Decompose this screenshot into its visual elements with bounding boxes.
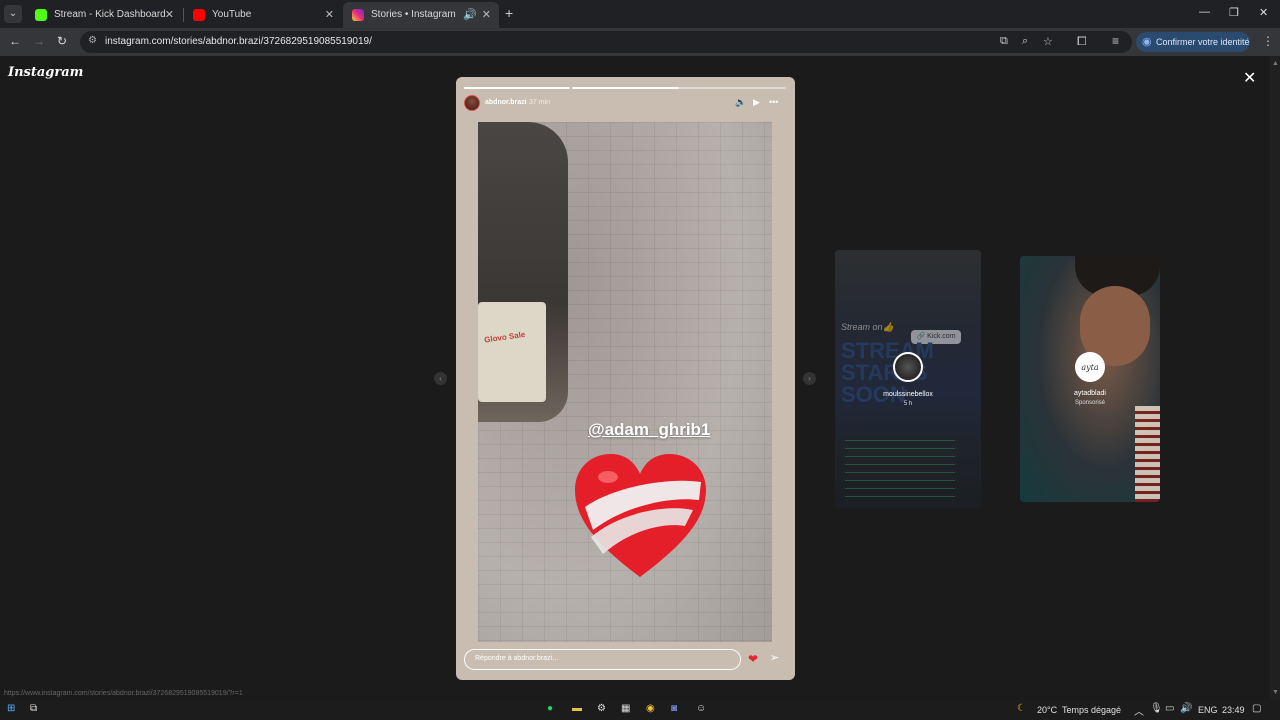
zoom-icon[interactable]: ⌕ — [1022, 35, 1028, 48]
windows-taskbar: ⊞ ⧉ ● ▬ ⚙ ▦ ◉ ◙ ☺ ☾ 20°C Temps dégagé ︿ … — [0, 700, 1280, 720]
story-avatar[interactable] — [464, 95, 480, 111]
preview-username[interactable]: moulssinebellox — [848, 391, 968, 398]
weather-condition[interactable]: Temps dégagé — [1062, 705, 1121, 715]
play-icon[interactable]: ▶ — [753, 97, 760, 108]
page-scrollbar[interactable]: ▲ ▼ — [1270, 56, 1280, 700]
bookmark-star-icon[interactable]: ☆ — [1043, 35, 1053, 48]
volume-icon[interactable]: 🔊 — [1180, 703, 1192, 714]
prev-story-arrow-icon[interactable]: ‹ — [434, 372, 447, 385]
show-hidden-icons-icon[interactable]: ︿ — [1134, 703, 1144, 718]
preview-time: 5 h — [903, 401, 913, 407]
clock[interactable]: 23:49 — [1222, 705, 1245, 715]
story-photo: Glovo Sale @adam_ghrib1 — [478, 122, 772, 642]
weather-temp[interactable]: 20°C — [1037, 705, 1057, 715]
story-username[interactable]: abdnor.brazi — [485, 99, 527, 106]
back-button[interactable]: ← — [9, 34, 21, 48]
scroll-down-icon[interactable]: ▼ — [1272, 689, 1279, 696]
forward-button[interactable]: → — [33, 34, 45, 48]
tab-search-button[interactable]: ⌄ — [4, 5, 22, 23]
calculator-icon[interactable]: ▦ — [621, 703, 630, 714]
preview-username[interactable]: aytadbladi — [1030, 390, 1150, 397]
progress-fill — [464, 87, 570, 89]
preview-avatar[interactable] — [893, 352, 923, 382]
close-tab-icon[interactable]: ✕ — [325, 8, 334, 21]
story-viewer-page: Instagram ✕ ‹ › abdnor.brazi 37 min 🔈 ▶ … — [0, 56, 1270, 700]
mute-icon[interactable]: 🔈 — [735, 97, 746, 108]
weather-moon-icon: ☾ — [1017, 703, 1026, 714]
minimize-button[interactable]: — — [1199, 6, 1210, 18]
reply-input[interactable]: Répondre à abdnor.brazi… — [464, 649, 741, 670]
close-window-button[interactable]: ✕ — [1259, 6, 1268, 19]
new-tab-button[interactable]: + — [505, 5, 513, 21]
progress-fill — [572, 87, 679, 89]
status-bar-url: https://www.instagram.com/stories/abdnor… — [4, 690, 243, 697]
send-icon[interactable]: ➢ — [770, 651, 779, 664]
tab-title: YouTube — [212, 9, 252, 20]
youtube-icon — [193, 9, 205, 21]
close-tab-icon[interactable]: ✕ — [165, 8, 174, 21]
confirm-identity-label: Confirmer votre identité — [1156, 37, 1250, 47]
file-explorer-icon[interactable]: ▬ — [572, 703, 582, 714]
tab-title: Stories • Instagram — [371, 9, 456, 20]
confirm-identity-button[interactable]: ◉ Confirmer votre identité — [1136, 32, 1250, 52]
preview-stream-text: Stream on👍 — [841, 322, 894, 332]
address-bar[interactable]: ⚙ instagram.com/stories/abdnor.brazi/372… — [80, 31, 1132, 53]
settings-icon[interactable]: ⚙ — [597, 703, 606, 714]
tab-youtube[interactable]: YouTube ✕ — [184, 2, 342, 28]
story-timestamp: 37 min — [529, 99, 551, 106]
reading-list-icon[interactable]: ≡ — [1112, 34, 1119, 48]
tab-strip: ⌄ Stream - Kick Dashboard ✕ YouTube ✕ St… — [0, 0, 1280, 28]
chrome-icon[interactable]: ◉ — [646, 703, 655, 714]
sponsored-label: Sponsorisé — [1074, 400, 1106, 406]
more-options-icon[interactable]: ••• — [769, 97, 778, 107]
close-tab-icon[interactable]: ✕ — [482, 8, 491, 21]
mention-sticker[interactable]: @adam_ghrib1 — [588, 420, 710, 440]
language-indicator[interactable]: ENG — [1198, 705, 1218, 715]
delivery-box: Glovo Sale — [478, 302, 546, 402]
kick-icon — [35, 9, 47, 21]
restore-button[interactable]: ❐ — [1229, 6, 1239, 19]
extensions-icon[interactable]: ⧠ — [1077, 34, 1087, 49]
profile-icon: ◉ — [1142, 36, 1152, 48]
notifications-icon[interactable]: ▢ — [1252, 703, 1261, 714]
progress-segment — [572, 87, 786, 89]
install-app-icon[interactable]: ⧉ — [1000, 35, 1008, 48]
microphone-icon[interactable]: 🎙 — [1150, 703, 1163, 714]
next-story-arrow-icon[interactable]: › — [803, 372, 816, 385]
preview-avatar[interactable]: ayta — [1075, 352, 1105, 382]
tab-instagram-stories[interactable]: Stories • Instagram 🔊 ✕ — [343, 2, 499, 28]
close-story-button[interactable]: ✕ — [1243, 68, 1256, 88]
browser-toolbar: ← → ↻ ⚙ instagram.com/stories/abdnor.bra… — [0, 28, 1280, 56]
reply-placeholder: Répondre à abdnor.brazi… — [475, 655, 560, 662]
instagram-icon — [352, 9, 364, 21]
app-icon[interactable]: ☺ — [696, 703, 706, 714]
instagram-logo[interactable]: Instagram — [8, 65, 83, 80]
discord-icon[interactable]: ◙ — [671, 703, 677, 714]
scroll-up-icon[interactable]: ▲ — [1272, 60, 1279, 67]
tab-kick-dashboard[interactable]: Stream - Kick Dashboard ✕ — [26, 2, 182, 28]
audio-icon[interactable]: 🔊 — [463, 8, 477, 21]
delivery-box-label: Glovo Sale — [483, 329, 526, 345]
tab-title: Stream - Kick Dashboard — [54, 9, 166, 20]
reload-button[interactable]: ↻ — [57, 34, 67, 48]
progress-segment — [464, 87, 570, 89]
task-view-icon[interactable]: ⧉ — [30, 703, 37, 714]
preview-graph — [845, 440, 955, 500]
spotify-icon[interactable]: ● — [547, 703, 553, 714]
heart-icon[interactable]: ❤ — [748, 652, 758, 666]
menu-icon[interactable]: ⋮ — [1262, 34, 1274, 48]
url-text: instagram.com/stories/abdnor.brazi/37268… — [105, 36, 372, 47]
network-icon[interactable]: ▭ — [1165, 703, 1174, 714]
site-info-icon[interactable]: ⚙ — [88, 35, 97, 46]
mending-heart-sticker — [575, 454, 706, 577]
story-card[interactable]: abdnor.brazi 37 min 🔈 ▶ ••• Glovo Sale @… — [456, 77, 795, 680]
preview-beads — [1135, 406, 1160, 502]
windows-start-icon[interactable]: ⊞ — [7, 703, 15, 714]
